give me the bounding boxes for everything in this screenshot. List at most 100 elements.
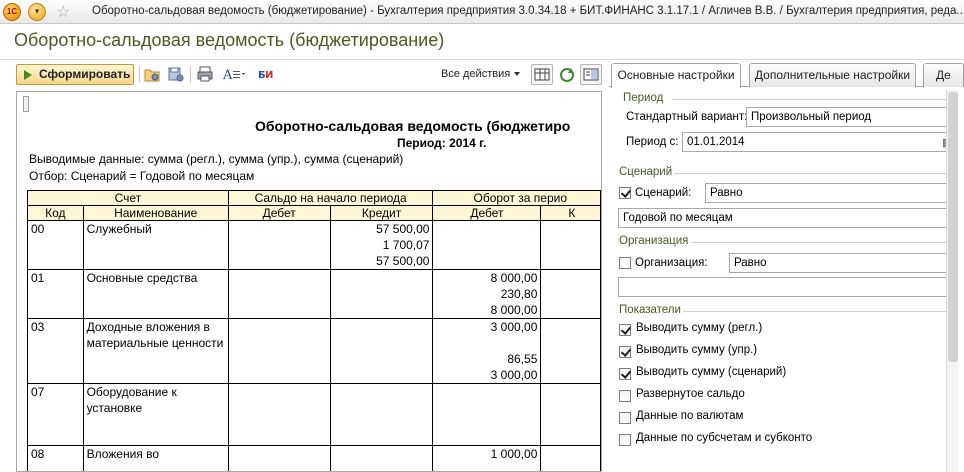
report-filter-line: Отбор: Сценарий = Годовой по месяцам <box>29 169 255 183</box>
table-row: 01 Основные средства 8 000,00 230,80 8 000,0… <box>27 269 601 319</box>
cell-name: Доходные вложения в материальные ценност… <box>82 318 229 384</box>
organization-condition-select[interactable]: Равно <box>729 253 955 273</box>
scenario-value-field[interactable]: Годовой по месяцам <box>618 208 955 228</box>
indicator-checkbox[interactable] <box>619 434 631 446</box>
indicator-label[interactable]: Выводить сумму (регл.) <box>636 322 762 334</box>
indicator-label[interactable]: Выводить сумму (сценарий) <box>636 366 786 378</box>
cell-open-credit <box>329 269 434 319</box>
app-logo-icon[interactable]: 1С <box>3 3 21 21</box>
settings-scrollbar[interactable] <box>946 90 958 472</box>
generate-button[interactable]: Сформировать <box>16 64 134 85</box>
toolbar-separator <box>190 66 191 82</box>
favorite-star-icon[interactable]: ☆ <box>56 2 70 22</box>
cell-value: 1 000,00 <box>490 447 538 461</box>
cell-turnover-credit <box>540 318 601 384</box>
cell-value <box>436 335 537 351</box>
generate-button-label: Сформировать <box>39 67 131 81</box>
chevron-down-icon <box>514 72 521 77</box>
section-period: Период <box>623 92 664 104</box>
header-opening-balance: Сальдо на начало периода <box>227 190 434 206</box>
svg-text:И: И <box>265 70 273 81</box>
cell-code: 08 <box>27 445 84 471</box>
cell-turnover-credit <box>540 383 601 446</box>
divider <box>683 311 954 312</box>
scenario-condition-select[interactable]: Равно <box>705 183 955 203</box>
divider <box>672 99 954 100</box>
table-row: 08 Вложения во 1 000,00 <box>27 445 601 471</box>
tab-more[interactable]: Де <box>923 63 964 87</box>
header-account: Счет <box>27 190 229 206</box>
cell-open-debit <box>227 269 331 319</box>
indicator-checkbox[interactable] <box>619 390 631 402</box>
period-from-field[interactable]: 01.01.2014 <box>682 132 954 152</box>
cell-name: Вложения во <box>82 445 229 471</box>
scrollbar-thumb[interactable] <box>948 92 958 362</box>
print-icon[interactable] <box>196 65 214 83</box>
indicator-checkbox[interactable] <box>619 368 631 380</box>
save-settings-icon[interactable] <box>167 65 185 83</box>
bit-finance-icon[interactable]: БИ <box>258 65 276 83</box>
toolbar-separator <box>139 66 140 82</box>
indicator-label[interactable]: Выводить сумму (упр.) <box>636 344 757 356</box>
cell-turnover-credit <box>540 220 601 270</box>
cell-value: 8 000,00 <box>490 271 538 285</box>
scenario-checkbox[interactable] <box>619 187 631 199</box>
report-output-line: Выводимые данные: сумма (регл.), сумма (… <box>29 152 404 166</box>
play-icon <box>24 70 32 80</box>
settings-tabs: Основные настройки Дополнительные настро… <box>609 60 964 88</box>
cell-turn-debit <box>432 220 542 270</box>
table-row: 00 Служебный 57 500,00 1 700,07 57 500,00 <box>27 220 601 270</box>
report-spreadsheet[interactable]: Оборотно-сальдовая ведомость (бюджетиро … <box>16 91 602 472</box>
cell-value: 8 000,00 <box>490 303 538 317</box>
cell-name: Служебный <box>82 220 229 270</box>
organization-value-field[interactable] <box>618 277 955 297</box>
indicator-checkbox[interactable] <box>619 346 631 358</box>
cell-turn-debit: 3 000,00 86,55 3 000,00 <box>432 318 542 384</box>
row-marker <box>23 96 29 112</box>
cell-value: 3 000,00 <box>490 320 538 334</box>
organization-checkbox[interactable] <box>619 257 631 269</box>
cell-value: 230,80 <box>500 287 538 301</box>
header-debit: Дебет <box>227 205 331 221</box>
cell-code: 07 <box>27 383 84 446</box>
variant-select[interactable]: Произвольный период <box>746 107 956 127</box>
organization-label: Организация: <box>635 257 708 269</box>
cell-turnover-credit <box>540 445 601 471</box>
divider <box>691 242 954 243</box>
settings-panel-toggle-icon[interactable] <box>580 64 602 85</box>
period-from-label: Период с: <box>626 136 679 148</box>
section-scenario: Сценарий <box>619 166 673 178</box>
tab-additional-settings[interactable]: Дополнительные настройки <box>749 63 916 87</box>
svg-text:A: A <box>222 68 233 83</box>
section-organization: Организация <box>619 235 689 247</box>
window-title: Оборотно-сальдовая ведомость (бюджетиров… <box>92 5 964 17</box>
load-settings-icon[interactable] <box>143 65 161 83</box>
table-view-icon[interactable] <box>531 64 553 85</box>
header-credit: Кредит <box>329 205 434 221</box>
indicator-label[interactable]: Развернутое сальдо <box>636 388 745 400</box>
header-turnover-debit: Дебет <box>432 205 542 221</box>
indicator-label[interactable]: Данные по валютам <box>636 410 743 422</box>
header-name: Наименование <box>82 205 229 221</box>
cell-name: Основные средства <box>82 269 229 319</box>
cell-turn-debit: 1 000,00 <box>432 445 542 471</box>
cell-code: 03 <box>27 318 84 384</box>
main-menu-icon[interactable]: ▾ <box>28 3 46 21</box>
cell-value: 57 500,00 <box>376 254 430 268</box>
table-row: 07 Оборудование к установке <box>27 383 601 446</box>
tab-main-settings[interactable]: Основные настройки <box>611 63 741 88</box>
indicator-checkbox[interactable] <box>619 412 631 424</box>
cell-turnover-credit <box>540 269 601 319</box>
all-actions-menu[interactable]: Все действия <box>441 68 521 80</box>
cell-value: 1 700,07 <box>382 238 430 252</box>
indicator-checkbox[interactable] <box>619 324 631 336</box>
font-format-icon[interactable]: A <box>222 65 248 83</box>
section-indicators: Показатели <box>619 304 681 316</box>
all-actions-label: Все действия <box>441 68 511 80</box>
cell-value: 3 000,00 <box>490 368 538 382</box>
cell-open-credit <box>329 383 434 446</box>
refresh-icon[interactable] <box>558 66 576 84</box>
indicator-label[interactable]: Данные по субсчетам и субконто <box>636 432 812 444</box>
table-row: 03 Доходные вложения в материальные ценно… <box>27 318 601 384</box>
divider <box>674 173 954 174</box>
